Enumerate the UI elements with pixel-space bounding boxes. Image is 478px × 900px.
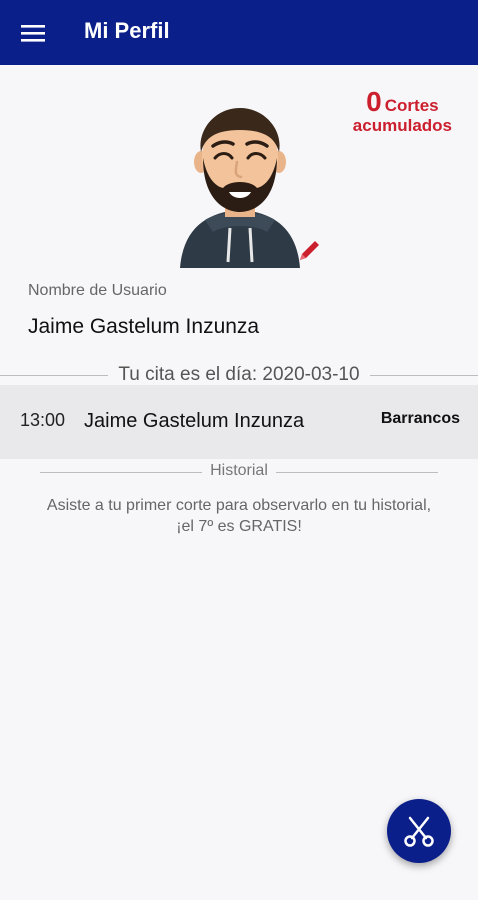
history-empty-message: Asiste a tu primer corte para observarlo… xyxy=(46,497,432,535)
appointment-time: 13:00 xyxy=(20,410,66,430)
bearded-man-avatar xyxy=(180,108,300,268)
profile-avatar xyxy=(175,100,305,270)
cuts-sublabel: acumulados xyxy=(352,116,452,135)
appointment-row[interactable]: 13:00 Jaime Gastelum Inzunza Barrancos xyxy=(0,385,478,459)
history-title: Historial xyxy=(202,462,276,479)
username-label: Nombre de Usuario xyxy=(28,282,167,299)
cuts-count: 0 xyxy=(366,86,382,117)
cuts-label: Cortes xyxy=(384,96,439,115)
scissors-icon xyxy=(404,816,434,847)
cuts-counter: 0 Cortes acumulados xyxy=(353,88,452,136)
appointment-title-container: Tu cita es el día: 2020-03-10 xyxy=(0,364,478,386)
app-bar: Mi Perfil xyxy=(0,0,478,65)
appointment-client: Jaime Gastelum Inzunza xyxy=(84,410,305,432)
username-value: Jaime Gastelum Inzunza xyxy=(28,315,260,338)
appointment-title: Tu cita es el día: 2020-03-10 xyxy=(108,364,370,385)
edit-avatar-button[interactable] xyxy=(294,236,324,266)
pencil-icon xyxy=(300,241,319,260)
menu-button[interactable] xyxy=(18,20,48,46)
appointment-location: Barrancos xyxy=(380,410,460,427)
hamburger-menu-icon xyxy=(21,25,45,42)
page-title: Mi Perfil xyxy=(84,18,170,43)
history-title-container: Historial xyxy=(0,462,478,480)
book-haircut-fab[interactable] xyxy=(387,799,451,863)
